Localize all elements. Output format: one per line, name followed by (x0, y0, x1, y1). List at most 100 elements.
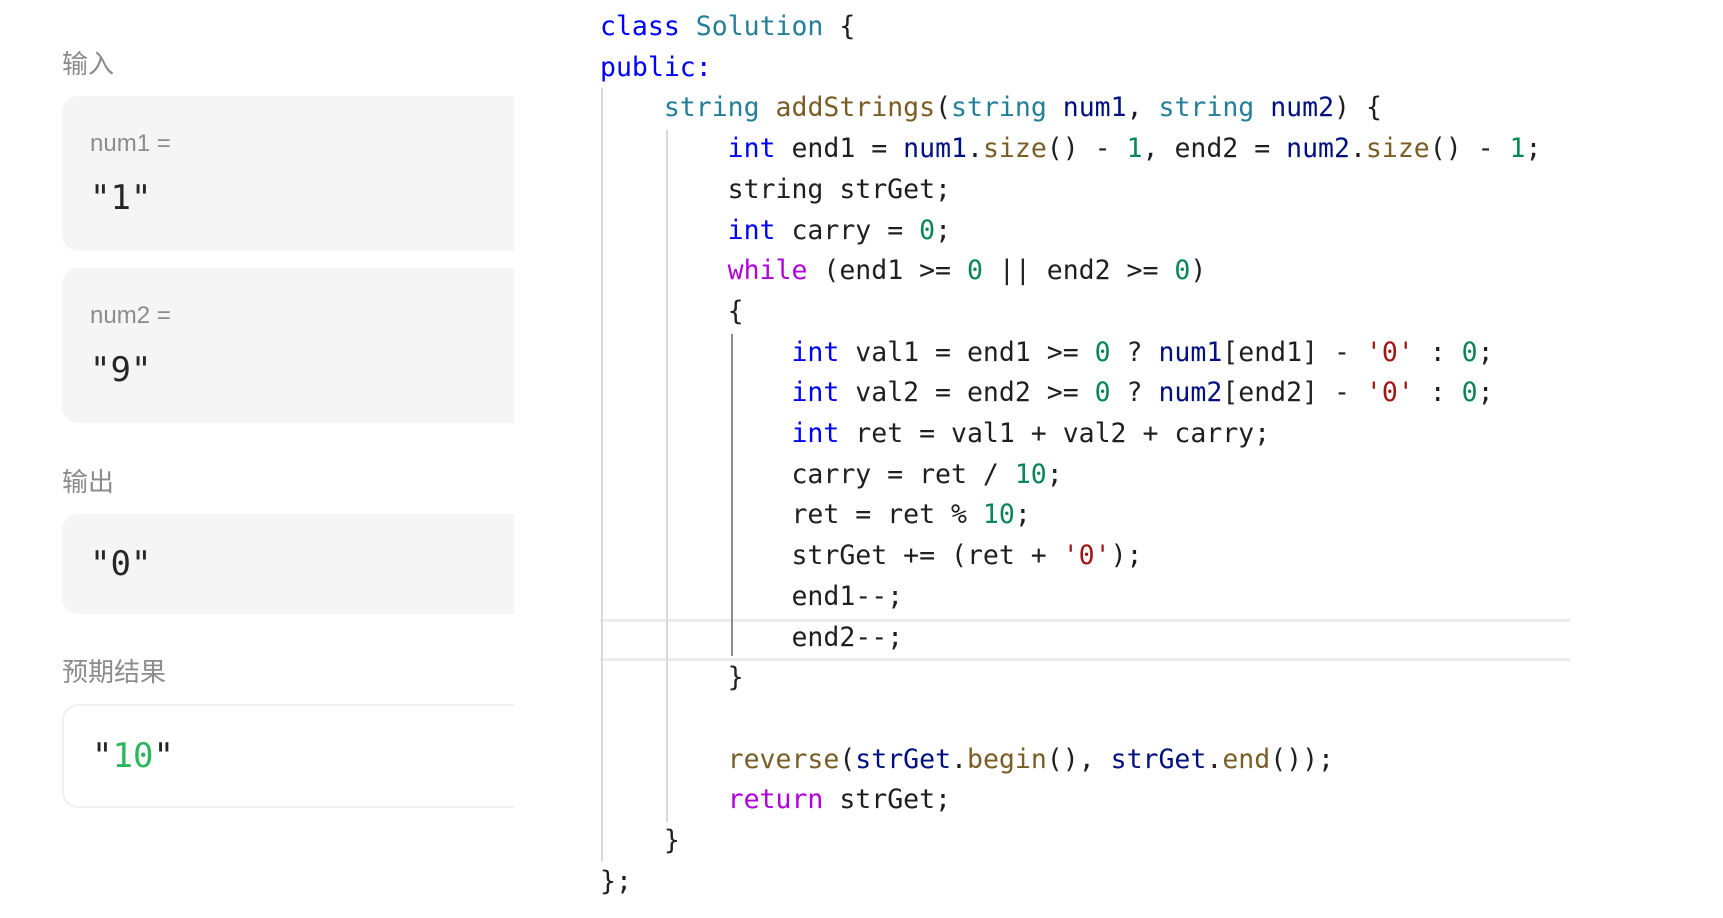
code-line[interactable]: carry = ret / 10; (600, 455, 1062, 495)
code-token: num1 (903, 133, 967, 165)
code-token: ret = val1 + val2 + carry; (839, 418, 1271, 449)
code-token: carry = ret / (600, 458, 1015, 490)
code-token: int (791, 336, 840, 368)
code-token: . (1206, 743, 1223, 775)
code-token: . (951, 743, 967, 775)
code-line[interactable]: int end1 = num1.size() - 1, end2 = num2.… (600, 129, 1542, 169)
code-token: strGet (855, 743, 952, 775)
code-token: int (727, 133, 776, 165)
expected-card[interactable]: "10" (62, 704, 514, 808)
code-token: string strGet; (600, 173, 951, 205)
code-line[interactable]: int val1 = end1 >= 0 ? num1[end1] - '0' … (600, 333, 1493, 373)
code-token: 1 (1126, 133, 1143, 165)
code-token: ( (935, 92, 952, 124)
code-token: ; (935, 214, 952, 246)
code-token: end (1222, 743, 1271, 775)
code-line[interactable]: ret = ret % 10; (600, 495, 1030, 535)
code-line[interactable]: } (600, 658, 744, 698)
code-token: strGet; (823, 784, 952, 816)
code-line[interactable]: return strGet; (600, 780, 951, 820)
code-token: } (600, 825, 680, 856)
code-line[interactable]: } (600, 821, 680, 861)
code-editor[interactable]: class Solution {public: string addString… (600, 0, 1723, 918)
code-token: ret = ret % (600, 499, 983, 531)
input-card-num1[interactable]: num1 = "1" (62, 96, 514, 251)
code-token: num2 (1158, 377, 1223, 409)
code-line[interactable]: string strGet; (600, 170, 951, 210)
code-token: '0' (1062, 540, 1111, 572)
code-token: }; (600, 865, 632, 897)
expected-value: "10" (92, 736, 174, 776)
code-token: 1 (1509, 133, 1526, 165)
param-name: num2 = (90, 302, 171, 329)
code-token: val2 = end2 >= (839, 377, 1095, 409)
code-token: size (1365, 133, 1430, 165)
code-token: int (727, 214, 776, 246)
param-value: "1" (90, 178, 152, 218)
code-line[interactable]: end1--; (600, 577, 903, 617)
code-token: () - (1046, 133, 1127, 165)
code-token: , end2 = (1142, 133, 1287, 165)
code-token: strGet (1110, 743, 1207, 775)
code-token: string (951, 92, 1047, 124)
code-token: reverse (727, 743, 840, 775)
code-token: end2--; (600, 621, 904, 653)
code-line[interactable]: strGet += (ret + '0'); (600, 536, 1142, 576)
code-token: string (663, 92, 760, 124)
code-line[interactable]: public: (600, 48, 712, 88)
code-token: || end2 >= (982, 255, 1175, 287)
code-token: (end1 >= (807, 255, 967, 287)
code-token: (), (1046, 743, 1111, 775)
expected-diff-highlight: 10 (112, 736, 154, 776)
expected-label: 预期结果 (62, 658, 167, 688)
output-card[interactable]: "0" (62, 514, 514, 614)
code-token: val1 = end1 >= (839, 336, 1095, 368)
code-token: while (727, 255, 808, 287)
output-value: "0" (90, 544, 152, 584)
code-line[interactable]: }; (600, 862, 632, 902)
code-line[interactable]: int carry = 0; (600, 211, 951, 251)
input-card-num2[interactable]: num2 = "9" (62, 268, 514, 423)
code-token: ( (839, 743, 856, 775)
code-line[interactable]: int ret = val1 + val2 + carry; (600, 414, 1270, 454)
code-token: begin (967, 743, 1047, 775)
code-line[interactable]: int val2 = end2 >= 0 ? num2[end2] - '0' … (600, 373, 1493, 413)
code-token: 0 (1461, 377, 1478, 409)
code-line[interactable]: class Solution { (600, 7, 855, 47)
code-token: ; (1525, 133, 1542, 165)
code-line[interactable]: string addStrings(string num1, string nu… (600, 88, 1382, 128)
code-line[interactable]: while (end1 >= 0 || end2 >= 0) (600, 251, 1207, 291)
input-label: 输入 (62, 50, 115, 80)
code-token: int (791, 418, 840, 449)
code-token: num2 (1286, 133, 1350, 165)
code-line[interactable]: reverse(strGet.begin(), strGet.end()); (600, 740, 1334, 780)
code-token: '0' (1365, 336, 1414, 368)
code-token: addStrings (775, 92, 936, 124)
code-token: class (600, 11, 680, 42)
code-line[interactable]: end2--; (600, 618, 903, 658)
code-token: . (1349, 133, 1366, 165)
code-token: ) { (1334, 92, 1382, 124)
code-token: 0 (1461, 336, 1478, 368)
code-token: end1--; (600, 580, 904, 612)
quote-close: " (153, 736, 174, 776)
param-value: "9" (90, 350, 152, 390)
code-line[interactable]: { (600, 292, 744, 332)
code-token: num1 (1062, 92, 1127, 124)
code-token: { (600, 295, 744, 327)
code-token: carry = (775, 214, 920, 246)
code-token: ); (1110, 540, 1143, 572)
code-token: 0 (919, 214, 936, 246)
code-token: '0' (1365, 377, 1414, 409)
code-token: () - (1429, 133, 1510, 165)
code-token: , (1126, 92, 1159, 124)
